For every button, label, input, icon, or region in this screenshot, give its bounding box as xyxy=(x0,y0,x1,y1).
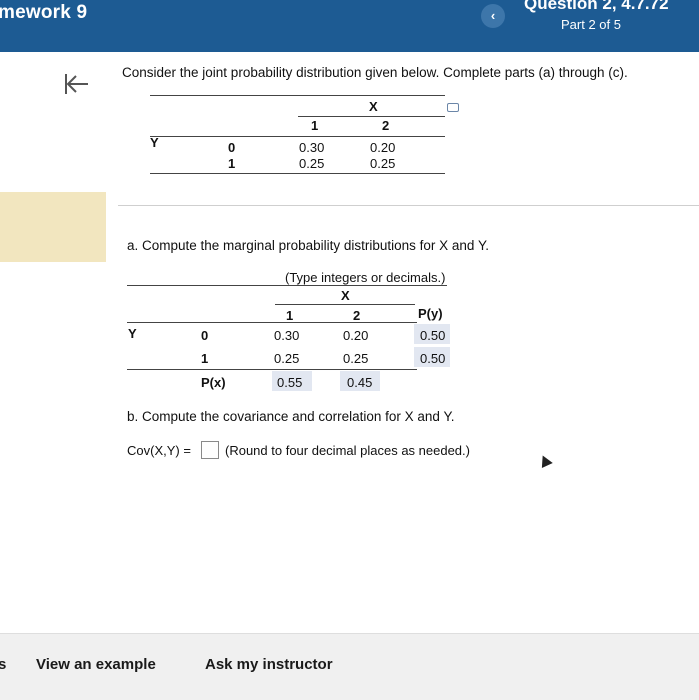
problem-prompt: Consider the joint probability distribut… xyxy=(122,65,628,80)
collapse-arrow-icon[interactable] xyxy=(62,70,92,98)
y-header: Y xyxy=(150,135,159,150)
x-value-1: 1 xyxy=(311,118,319,133)
top-bar: mework 9 ‹ Question 2, 4.7.72 Part 2 of … xyxy=(0,0,699,52)
px-value-1[interactable]: 0.55 xyxy=(277,375,302,390)
left-highlight-strip xyxy=(0,192,106,262)
a-cell-0-0: 0.30 xyxy=(274,328,300,343)
py-value-0[interactable]: 0.50 xyxy=(420,328,445,343)
y-value-0: 0 xyxy=(228,140,236,155)
a-x-value-1: 1 xyxy=(286,308,294,323)
cell-0-1: 0.20 xyxy=(370,140,396,155)
view-example-button[interactable]: View an example xyxy=(36,656,156,673)
x-value-2: 2 xyxy=(382,118,390,133)
px-label: P(x) xyxy=(201,375,226,390)
cell-0-0: 0.30 xyxy=(299,140,325,155)
ask-instructor-button[interactable]: Ask my instructor xyxy=(205,656,333,673)
a-x-header: X xyxy=(341,288,350,303)
a-x-value-2: 2 xyxy=(353,308,361,323)
y-value-1: 1 xyxy=(228,156,236,171)
part-a-instruction: a. Compute the marginal probability dist… xyxy=(127,238,489,253)
left-cut-glyph: s xyxy=(0,656,7,673)
cov-input[interactable] xyxy=(201,441,219,459)
a-cell-1-0: 0.25 xyxy=(274,351,300,366)
previous-question-button[interactable]: ‹ xyxy=(481,4,505,28)
a-y-value-1: 1 xyxy=(201,351,209,366)
py-value-1[interactable]: 0.50 xyxy=(420,351,445,366)
cov-label: Cov(X,Y) = xyxy=(127,443,191,458)
px-value-2[interactable]: 0.45 xyxy=(347,375,372,390)
part-a-hint: (Type integers or decimals.) xyxy=(285,270,446,285)
a-cell-0-1: 0.20 xyxy=(343,328,369,343)
a-cell-1-1: 0.25 xyxy=(343,351,369,366)
homework-title: mework 9 xyxy=(0,2,88,23)
x-header: X xyxy=(369,99,378,114)
a-y-header: Y xyxy=(128,326,137,341)
part-b-instruction: b. Compute the covariance and correlatio… xyxy=(127,409,455,424)
cell-1-1: 0.25 xyxy=(370,156,396,171)
copy-table-icon[interactable] xyxy=(447,103,459,112)
part-label: Part 2 of 5 xyxy=(561,17,621,32)
question-title: Question 2, 4.7.72 xyxy=(524,0,669,13)
section-divider xyxy=(118,205,699,206)
mouse-cursor-icon xyxy=(537,452,553,469)
cell-1-0: 0.25 xyxy=(299,156,325,171)
round-note: (Round to four decimal places as needed.… xyxy=(225,443,470,458)
a-y-value-0: 0 xyxy=(201,328,209,343)
py-header: P(y) xyxy=(418,306,443,321)
